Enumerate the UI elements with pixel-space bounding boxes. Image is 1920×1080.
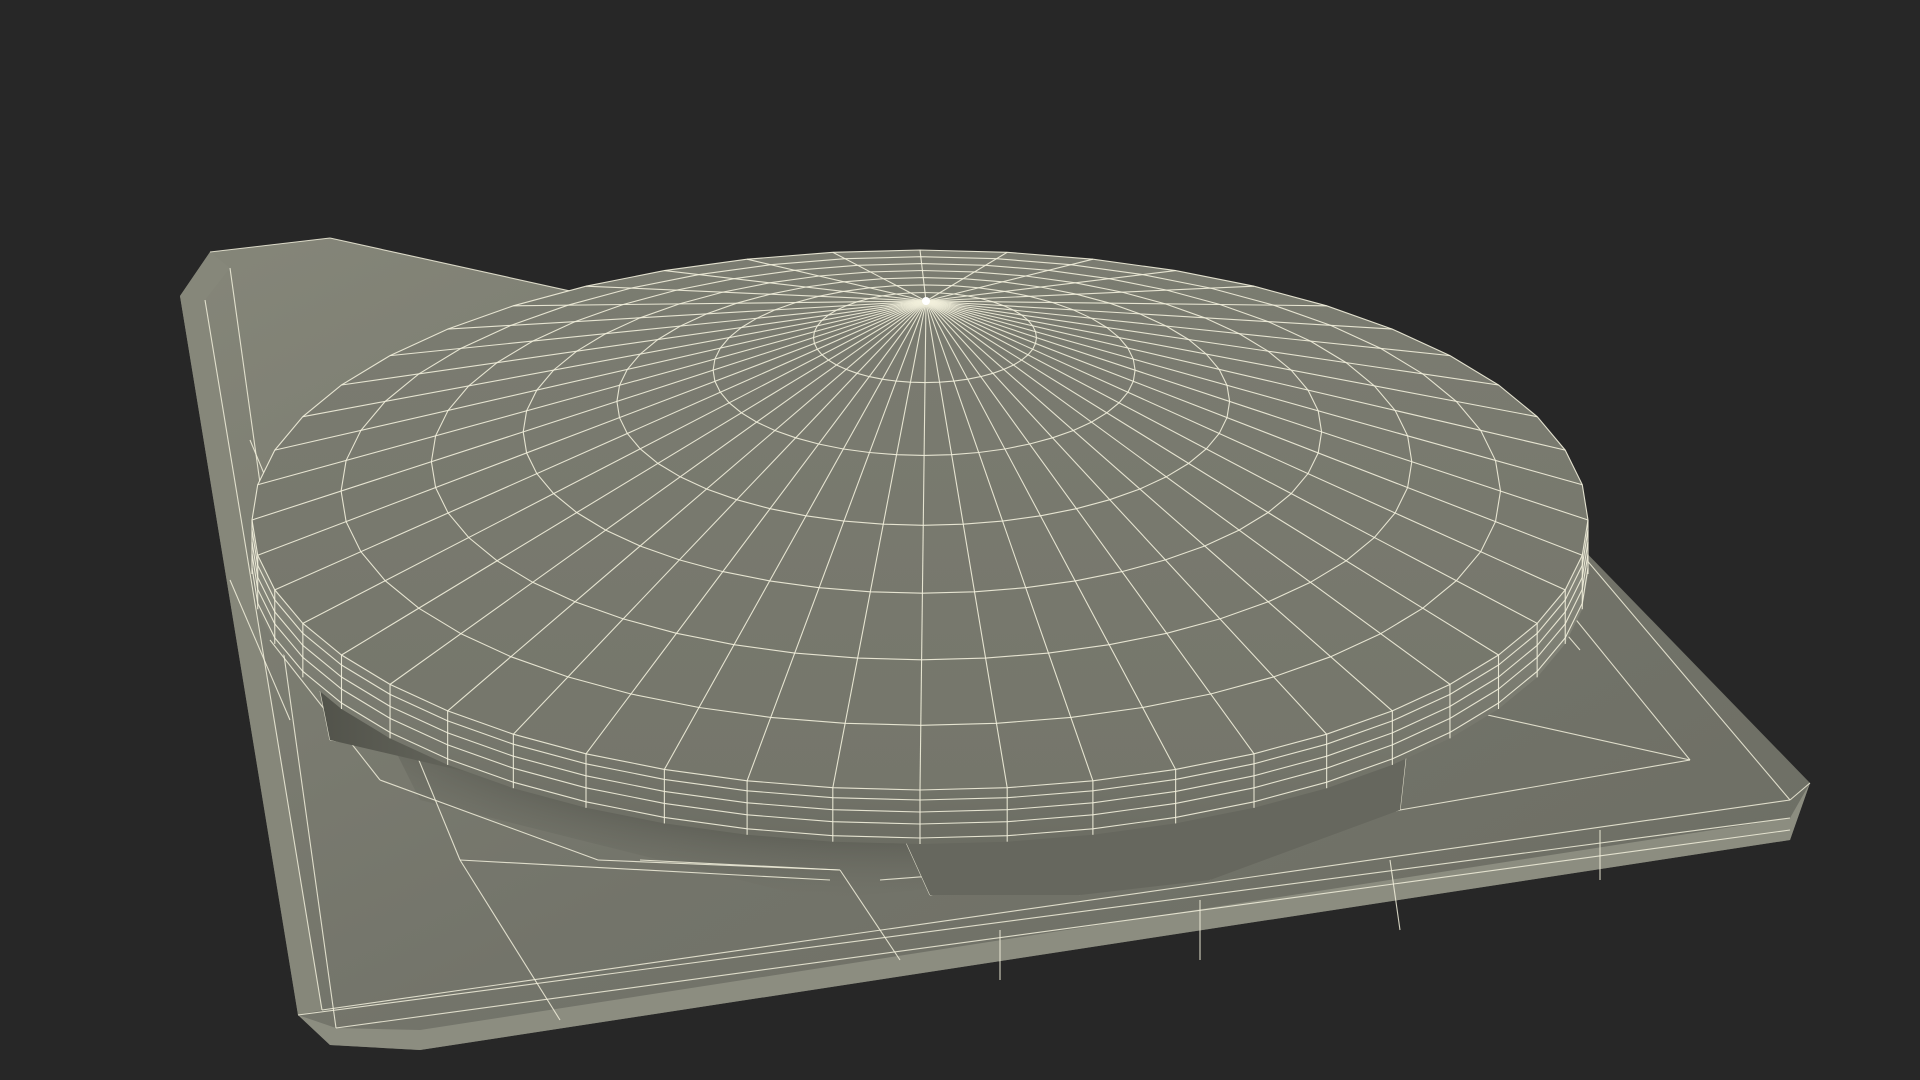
viewport (0, 0, 1920, 1080)
wireframe-render (180, 237, 1811, 1050)
disc-center-pole (922, 297, 930, 305)
